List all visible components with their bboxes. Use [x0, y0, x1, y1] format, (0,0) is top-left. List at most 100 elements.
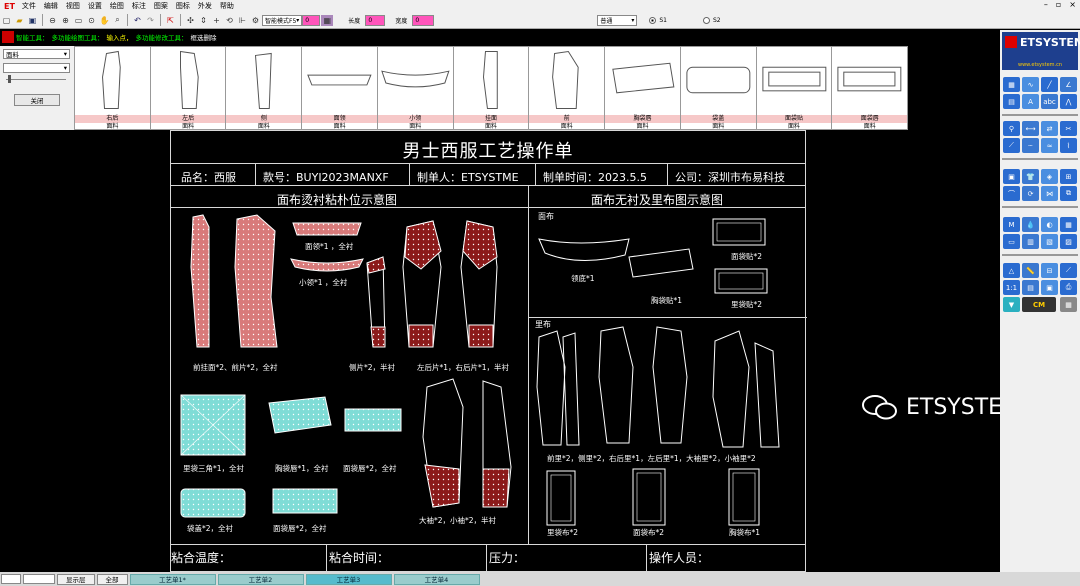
menu-icon[interactable]: 图标 — [172, 1, 194, 11]
zoom-prev-icon[interactable]: ⌕ — [112, 15, 123, 26]
ortho-icon[interactable]: ⊩ — [237, 15, 248, 26]
tab-process-sheet-4[interactable]: 工艺单4 — [393, 573, 480, 585]
move-icon[interactable]: ⇕ — [198, 15, 209, 26]
menu-draw[interactable]: 绘图 — [106, 1, 128, 11]
piece-tool-icon[interactable]: ▣ — [1003, 169, 1020, 184]
menu-edit[interactable]: 编辑 — [40, 1, 62, 11]
layout-tool-icon[interactable]: ▤ — [1003, 94, 1020, 109]
snap-point-icon[interactable]: ✣ — [185, 15, 196, 26]
tab-process-sheet-1[interactable]: 工艺单1* — [129, 573, 216, 585]
display-layer-button[interactable]: 显示层 — [57, 573, 95, 585]
style-select[interactable]: 普通 ▾ — [597, 14, 638, 26]
close-button[interactable]: 关闭 — [14, 94, 60, 106]
mode-select[interactable]: 智能模式F5 ▾ — [262, 14, 303, 26]
ruler-tool-icon[interactable]: 📏 — [1022, 263, 1039, 278]
redo-icon[interactable]: ↷ — [145, 15, 156, 26]
text-style-icon[interactable]: A — [1022, 94, 1039, 109]
thumbnail-face-patch[interactable]: 面袋贴 面料 — [756, 47, 833, 130]
triangle-tool-icon[interactable]: △ — [1003, 263, 1020, 278]
thumbnail-collar[interactable]: 面领 面料 — [302, 47, 378, 130]
curve-tool-icon[interactable]: ∿ — [1022, 77, 1039, 92]
fill-tool-icon[interactable]: ◐ — [1041, 217, 1058, 232]
table-tool-icon[interactable]: ▦ — [1060, 217, 1077, 232]
scale-1to1-button[interactable]: 1:1 — [1003, 280, 1020, 295]
width-input[interactable]: 0 — [412, 14, 435, 26]
scale-tool-icon[interactable]: ⊟ — [1041, 263, 1058, 278]
thumbnail-chest-lip[interactable]: 胸袋唇 面料 — [605, 47, 681, 130]
save-icon[interactable]: ▣ — [27, 15, 38, 26]
drop-tool-icon[interactable]: 💧 — [1022, 217, 1039, 232]
calculator-icon[interactable]: ▦ — [1060, 297, 1077, 312]
pan-hand-icon[interactable]: ✋ — [99, 15, 110, 26]
cross-icon[interactable]: + — [211, 15, 222, 26]
frame-tool-icon[interactable]: ▭ — [1003, 234, 1020, 249]
down-arrow-icon[interactable]: ▼ — [1003, 297, 1020, 312]
mode-apply-icon[interactable]: ▦ — [321, 14, 334, 26]
print-layout-icon[interactable]: ▤ — [1022, 280, 1039, 295]
thumbnail-flap[interactable]: 袋盖 面料 — [680, 47, 757, 130]
pattern-tool-icon[interactable]: ▥ — [1022, 234, 1039, 249]
radio-s1[interactable]: S1 — [649, 16, 667, 24]
radio-s2[interactable]: S2 — [702, 16, 721, 24]
thumbnail-left-back[interactable]: 左后 面料 — [150, 47, 227, 130]
menu-pattern[interactable]: 图案 — [150, 1, 172, 11]
mirror-tool-icon[interactable]: ⋀ — [1060, 94, 1077, 109]
jpg-tool-icon[interactable]: ▧ — [1041, 234, 1058, 249]
mark-tool-icon[interactable]: M — [1003, 217, 1020, 232]
dart-tool-icon[interactable]: ⋈ — [1041, 186, 1058, 201]
fold-tool-icon[interactable]: ⌇ — [1060, 138, 1077, 153]
fabric-select[interactable]: 面料 ▾ — [3, 49, 70, 59]
menu-outsource[interactable]: 外发 — [194, 1, 216, 11]
select-arrow-icon[interactable]: ⇱ — [165, 15, 176, 26]
shirt-tool-icon[interactable]: 👕 — [1022, 169, 1039, 184]
zoom-in-icon[interactable]: ⊕ — [60, 15, 71, 26]
menu-file[interactable]: 文件 — [18, 1, 40, 11]
menu-settings[interactable]: 设置 — [84, 1, 106, 11]
diag-tool-icon[interactable]: ⟋ — [1060, 263, 1077, 278]
notch-tool-icon[interactable]: ⌒ — [1003, 186, 1020, 201]
close-icon[interactable]: × — [1069, 0, 1076, 9]
menu-view[interactable]: 视图 — [62, 1, 84, 11]
thumbnail-face-lip[interactable]: 面袋唇 面料 — [832, 47, 908, 130]
thumbnail-small-collar[interactable]: 小领 面料 — [377, 47, 454, 130]
menu-help[interactable]: 帮助 — [216, 1, 238, 11]
radio-s1-dot[interactable] — [649, 16, 657, 24]
wave-tool-icon[interactable]: ≈ — [1041, 138, 1058, 153]
thumbnail-side[interactable]: 侧面料 — [226, 47, 303, 130]
tab-process-sheet-3[interactable]: 工艺单3 — [305, 573, 392, 585]
measure-icon[interactable]: ⟲ — [224, 15, 235, 26]
size-slider[interactable] — [6, 75, 66, 83]
zoom-out-icon[interactable]: ⊖ — [47, 15, 58, 26]
radio-s2-dot[interactable] — [702, 16, 710, 24]
zoom-fit-icon[interactable]: ⊙ — [86, 15, 97, 26]
thumbnail-front[interactable]: 前面料 — [529, 47, 606, 130]
save-layout-icon[interactable]: ▣ — [1041, 280, 1058, 295]
label-tool-icon[interactable]: ◈ — [1041, 169, 1058, 184]
text-abc-icon[interactable]: abc — [1041, 94, 1058, 109]
menu-annotate[interactable]: 标注 — [128, 1, 150, 11]
tab-process-sheet-2[interactable]: 工艺单2 — [217, 573, 304, 585]
restore-icon[interactable]: ▫ — [1056, 0, 1061, 9]
cut-tool-icon[interactable]: ✂ — [1060, 121, 1077, 136]
measure-tool-icon[interactable]: ⟷ — [1022, 121, 1039, 136]
slash-tool-icon[interactable]: ⟋ — [1003, 138, 1020, 153]
minimize-icon[interactable]: – — [1044, 0, 1048, 9]
grid-tool-icon[interactable]: ▦ — [1003, 77, 1020, 92]
rotate-tool-icon[interactable]: ⟳ — [1022, 186, 1039, 201]
angle-tool-icon[interactable]: ∠ — [1060, 77, 1077, 92]
thumbnail-right-back[interactable]: 右后 面料 — [75, 47, 151, 130]
pin-tool-icon[interactable]: ⚲ — [1003, 121, 1020, 136]
secondary-select[interactable]: ▾ — [3, 63, 70, 73]
undo-icon[interactable]: ↶ — [132, 15, 143, 26]
grade-tool-icon[interactable]: ⊞ — [1060, 169, 1077, 184]
all-button[interactable]: 全部 — [96, 573, 128, 585]
thumbnail-facing[interactable]: 挂面 面料 — [453, 47, 530, 130]
print-icon[interactable]: ⎙ — [1060, 280, 1077, 295]
dash-tool-icon[interactable]: ┄ — [1022, 138, 1039, 153]
mode-value-input[interactable]: 0 — [302, 14, 321, 26]
open-folder-icon[interactable]: ▰ — [14, 15, 25, 26]
flip-tool-icon[interactable]: ⇄ — [1041, 121, 1058, 136]
length-input[interactable]: 0 — [365, 14, 386, 26]
gear-icon[interactable]: ⚙ — [250, 15, 261, 26]
new-file-icon[interactable]: ▢ — [1, 15, 12, 26]
